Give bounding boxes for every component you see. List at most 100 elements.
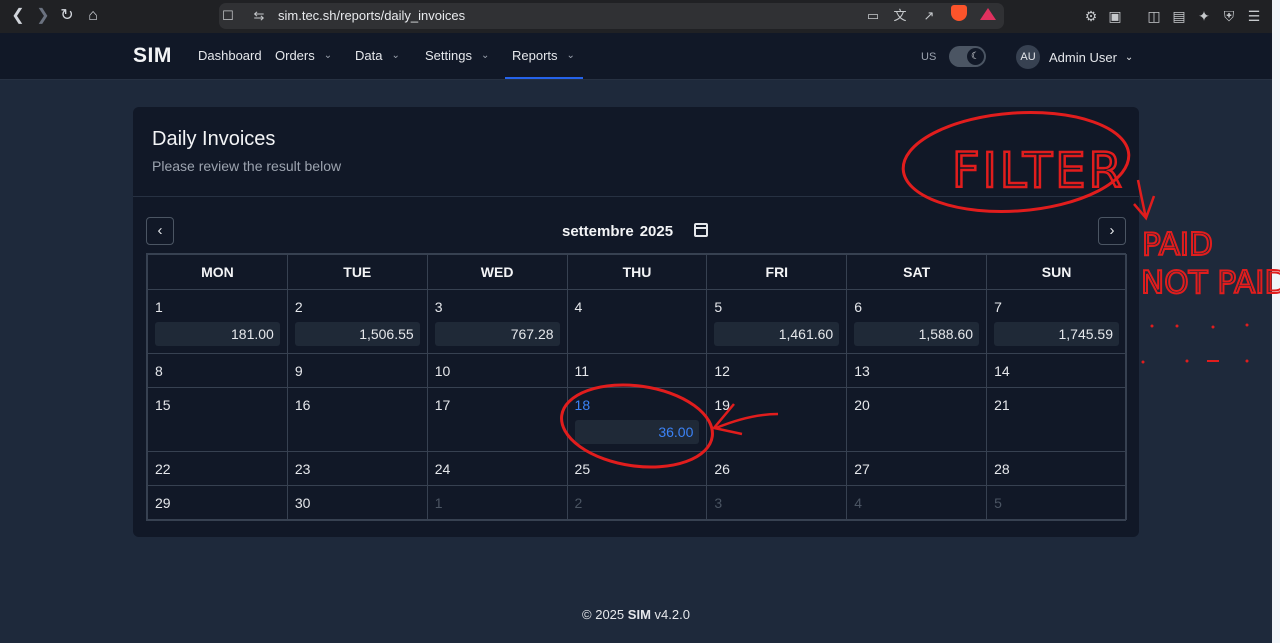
invoice-amount[interactable]: 1,506.55 (294, 322, 420, 346)
brave-rewards-icon[interactable] (980, 8, 996, 20)
vpn-icon[interactable]: ⛨ (1220, 7, 1238, 25)
day-number: 1 (434, 495, 443, 511)
sidebar-icon[interactable]: ◫ (1145, 7, 1163, 25)
day-number: 5 (994, 495, 1002, 511)
leo-ai-icon[interactable]: ✦ (1195, 7, 1213, 25)
day-number: 27 (854, 461, 870, 477)
day-number: 19 (714, 397, 730, 413)
calendar-day[interactable]: 2 1,506.55 (286, 289, 428, 354)
cast-icon[interactable]: ▭ (864, 7, 882, 25)
menu-icon[interactable]: ☰ (1245, 7, 1263, 25)
invoice-amount[interactable]: 181.00 (155, 322, 280, 346)
day-number: 18 (574, 397, 591, 413)
calendar-day[interactable]: 4 (566, 289, 708, 354)
theme-toggle[interactable]: ☾ (949, 46, 986, 67)
invoice-amount[interactable]: 1,461.60 (714, 322, 840, 346)
calendar-day[interactable]: 22 (147, 451, 288, 486)
bookmark-icon[interactable]: ☐ (219, 7, 237, 25)
calendar-day[interactable]: 29 (147, 485, 288, 520)
calendar-day[interactable]: 3 (706, 485, 848, 520)
day-number: 14 (994, 363, 1010, 379)
locale-label[interactable]: US (921, 51, 936, 63)
calendar-week: 22 23 24 25 26 27 28 (147, 451, 1127, 486)
wallet-icon[interactable]: ▤ (1170, 7, 1188, 25)
calendar-day[interactable]: 26 (706, 451, 848, 486)
calendar-icon[interactable] (694, 223, 708, 237)
weekday-header: THU (566, 254, 708, 290)
calendar-day[interactable]: 8 (147, 353, 288, 388)
nav-reports[interactable]: Reports ⌄ (512, 48, 575, 63)
translate-icon[interactable]: 文 (891, 7, 909, 25)
address-bar[interactable]: ☐ ⇆ sim.tec.sh/reports/daily_invoices ▭ … (219, 3, 1004, 29)
chevron-down-icon: ⌄ (323, 50, 333, 61)
calendar-day[interactable]: 6 1,588.60 (846, 289, 988, 354)
calendar-day[interactable]: 13 (846, 353, 988, 388)
nav-settings[interactable]: Settings ⌄ (425, 48, 489, 63)
day-number: 30 (294, 495, 311, 511)
brand-logo[interactable]: SIM (133, 44, 172, 68)
nav-data-label: Data (355, 48, 383, 63)
back-icon[interactable]: ❮ (8, 6, 28, 26)
weekday-header: TUE (286, 254, 428, 290)
browser-toolbar: ❮ ❯ ↻ ⌂ ☐ ⇆ sim.tec.sh/reports/daily_inv… (0, 0, 1272, 33)
nav-orders[interactable]: Orders ⌄ (275, 48, 332, 63)
prev-month-button[interactable]: ‹ (146, 217, 174, 245)
screenshot-icon[interactable]: ▣ (1106, 7, 1124, 25)
footer-version: v4.2.0 (654, 607, 690, 622)
forward-icon[interactable]: ❯ (33, 6, 53, 26)
site-info-icon[interactable]: ⇆ (250, 7, 268, 25)
invoice-amount[interactable]: 767.28 (434, 322, 560, 346)
calendar-day[interactable]: 20 (846, 387, 988, 452)
calendar-day[interactable]: 9 (286, 353, 428, 388)
calendar-week: 8 9 10 11 12 13 14 (147, 353, 1127, 388)
nav-reports-label: Reports (512, 48, 558, 63)
scrollbar[interactable] (1272, 0, 1280, 643)
calendar-day[interactable]: 3 767.28 (426, 289, 568, 354)
invoice-amount[interactable]: 1,588.60 (854, 322, 980, 346)
nav-settings-label: Settings (425, 48, 472, 63)
calendar-day[interactable]: 12 (706, 353, 848, 388)
calendar-day[interactable]: 23 (286, 451, 428, 486)
calendar-day[interactable]: 2 (566, 485, 708, 520)
calendar-day[interactable]: 1 181.00 (147, 289, 288, 354)
avatar[interactable]: AU (1016, 45, 1040, 69)
invoice-amount[interactable]: 1,745.59 (994, 322, 1119, 346)
calendar-day[interactable]: 1 (426, 485, 568, 520)
calendar-day[interactable]: 11 (566, 353, 708, 388)
calendar-day[interactable]: 7 1,745.59 (986, 289, 1127, 354)
calendar-day[interactable]: 15 (147, 387, 288, 452)
calendar-day[interactable]: 10 (426, 353, 568, 388)
calendar-day[interactable]: 27 (846, 451, 988, 486)
calendar-day[interactable]: 25 (566, 451, 708, 486)
nav-data[interactable]: Data ⌄ (355, 48, 400, 63)
reload-icon[interactable]: ↻ (57, 6, 77, 26)
calendar-day[interactable]: 5 (986, 485, 1127, 520)
calendar-day[interactable]: 18 36.00 (566, 387, 708, 452)
calendar-day[interactable]: 5 1,461.60 (706, 289, 848, 354)
user-menu[interactable]: Admin User ⌄ (1049, 50, 1133, 65)
calendar-day[interactable]: 21 (986, 387, 1127, 452)
invoice-amount[interactable]: 36.00 (574, 420, 700, 444)
calendar-day[interactable]: 17 (426, 387, 568, 452)
calendar-day[interactable]: 14 (986, 353, 1127, 388)
calendar-day[interactable]: 16 (286, 387, 428, 452)
next-month-button[interactable]: › (1098, 217, 1126, 245)
user-name-label: Admin User (1049, 50, 1117, 65)
share-icon[interactable]: ↗ (920, 7, 938, 25)
active-nav-indicator (505, 77, 583, 79)
day-number: 2 (574, 495, 583, 511)
calendar-day[interactable]: 30 (286, 485, 428, 520)
url-text[interactable]: sim.tec.sh/reports/daily_invoices (278, 8, 465, 23)
extensions-icon[interactable]: ⚙ (1082, 7, 1100, 25)
brave-shields-icon[interactable] (951, 5, 967, 21)
calendar-day[interactable]: 28 (986, 451, 1127, 486)
footer: © 2025 SIM v4.2.0 (0, 607, 1272, 622)
calendar-day[interactable]: 19 (706, 387, 848, 452)
calendar-day[interactable]: 24 (426, 451, 568, 486)
calendar-day[interactable]: 4 (846, 485, 988, 520)
day-number: 11 (574, 363, 590, 379)
weekday-header: FRI (706, 254, 848, 290)
nav-dashboard[interactable]: Dashboard (198, 48, 262, 63)
home-icon[interactable]: ⌂ (83, 6, 103, 26)
day-number: 28 (994, 461, 1010, 477)
